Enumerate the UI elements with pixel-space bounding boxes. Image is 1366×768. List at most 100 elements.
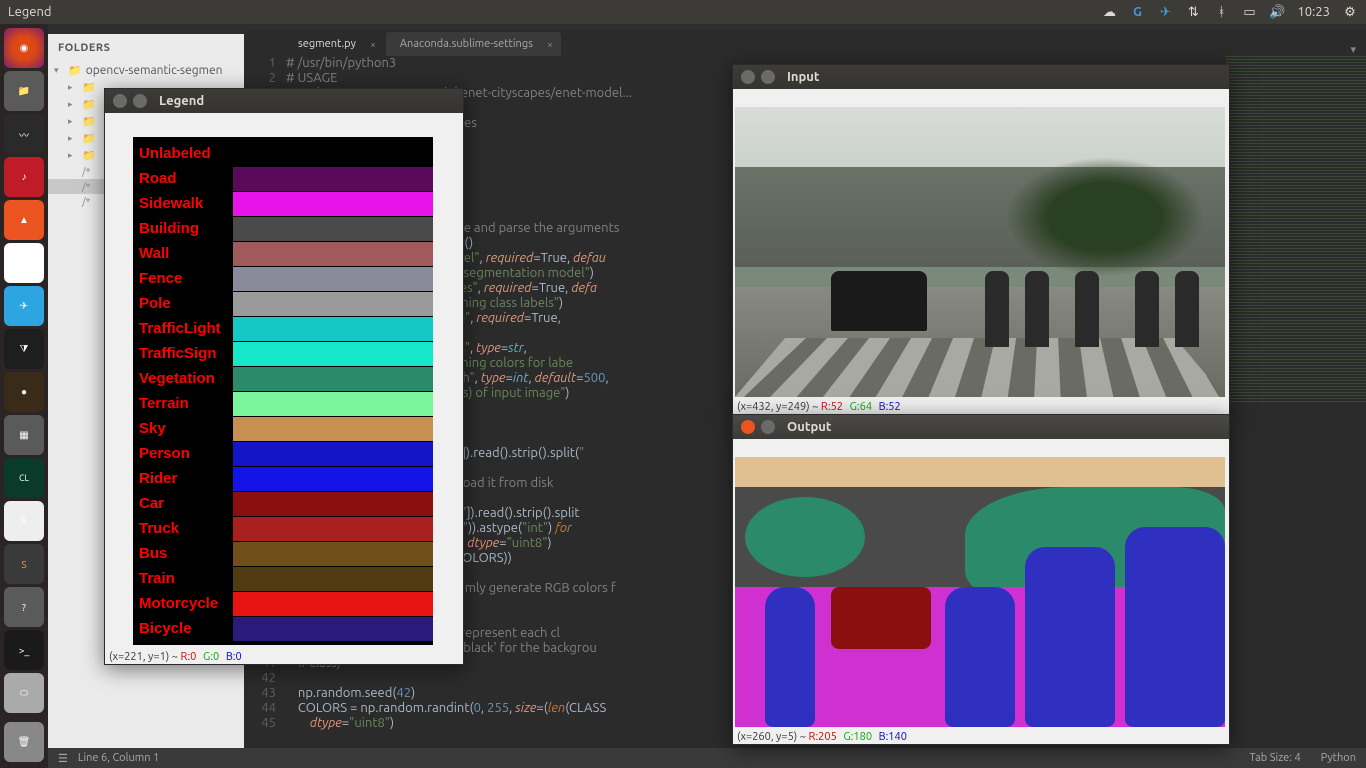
legend-row: Terrain [133, 391, 433, 416]
legend-row: Rider [133, 466, 433, 491]
legend-row: Vegetation [133, 366, 433, 391]
output-titlebar[interactable]: Output [733, 415, 1229, 439]
dash-icon[interactable]: ◉ [4, 28, 44, 68]
output-body [733, 439, 1229, 729]
system-monitor-icon[interactable]: 〰 [4, 114, 44, 154]
legend-row: Car [133, 491, 433, 516]
input-window: Input (x=432, y=249) ~ R:52 G:64 B:52 [732, 64, 1230, 415]
legend-row: Bus [133, 541, 433, 566]
bluetooth-icon[interactable]: ᚼ [1213, 4, 1229, 20]
legend-label: Truck [133, 520, 233, 537]
legend-swatch [233, 142, 433, 166]
disclosure-icon: ▾ [54, 65, 64, 76]
legend-row: Person [133, 441, 433, 466]
telegram-tray-icon[interactable]: ✈ [1157, 4, 1173, 20]
trash-icon[interactable]: 🗑 [4, 722, 44, 762]
legend-row: Unlabeled [133, 141, 433, 166]
minimize-icon[interactable] [761, 70, 775, 84]
input-titlebar[interactable]: Input [733, 65, 1229, 89]
close-icon[interactable] [741, 420, 755, 434]
folder-root[interactable]: ▾ 📁 opencv-semantic-segmen [48, 62, 244, 79]
legend-row: Wall [133, 241, 433, 266]
vscode-icon[interactable]: ⧩ [4, 329, 44, 369]
close-icon[interactable] [113, 94, 127, 108]
app-indicator-icon[interactable]: G [1129, 4, 1145, 20]
clion-icon[interactable]: CL [4, 458, 44, 498]
legend-swatch [233, 267, 433, 291]
music-app-icon[interactable]: ♪ [4, 157, 44, 197]
legend-label: Wall [133, 245, 233, 262]
close-icon[interactable] [741, 70, 755, 84]
legend-titlebar[interactable]: Legend [105, 89, 463, 113]
sublime-icon[interactable]: S [4, 544, 44, 584]
legend-row: TrafficLight [133, 316, 433, 341]
weather-icon[interactable]: ☁ [1101, 4, 1117, 20]
help-icon[interactable]: ? [4, 587, 44, 627]
legend-table: UnlabeledRoadSidewalkBuildingWallFencePo… [133, 137, 433, 645]
legend-row: Sky [133, 416, 433, 441]
tab-close-icon[interactable]: × [370, 39, 376, 50]
legend-swatch [233, 317, 433, 341]
output-title: Output [787, 420, 831, 434]
legend-swatch [233, 242, 433, 266]
legend-row: Truck [133, 516, 433, 541]
legend-swatch [233, 292, 433, 316]
legend-label: Train [133, 570, 233, 587]
legend-label: Terrain [133, 395, 233, 412]
system-tray: ☁ G ✈ ⇅ ᚼ ▭ 🔊 10:23 ⚙ [1101, 4, 1358, 20]
input-image [735, 107, 1225, 397]
window-title: Legend [8, 5, 51, 19]
legend-row: Sidewalk [133, 191, 433, 216]
telegram-icon[interactable]: ✈ [4, 286, 44, 326]
tab-close-icon[interactable]: × [547, 39, 553, 50]
battery-icon[interactable]: ▭ [1241, 4, 1257, 20]
legend-row: TrafficSign [133, 341, 433, 366]
legend-swatch [233, 592, 433, 616]
legend-swatch [233, 342, 433, 366]
legend-swatch [233, 467, 433, 491]
legend-label: Person [133, 445, 233, 462]
drive-icon[interactable]: ⬭ [4, 673, 44, 713]
legend-label: Sidewalk [133, 195, 233, 212]
network-icon[interactable]: ⇅ [1185, 4, 1201, 20]
chrome-icon[interactable]: ◉ [4, 243, 44, 283]
tab-overflow-icon[interactable]: ▾ [1340, 43, 1366, 56]
legend-swatch [233, 567, 433, 591]
minimize-icon[interactable] [133, 94, 147, 108]
legend-row: Train [133, 566, 433, 591]
input-status: (x=432, y=249) ~ R:52 G:64 B:52 [733, 399, 1229, 414]
editor-tabs: segment.py × Anaconda.sublime-settings ×… [244, 30, 1366, 56]
app-icon-2[interactable]: ▦ [4, 415, 44, 455]
app-icon[interactable]: ● [4, 372, 44, 412]
legend-label: Bus [133, 545, 233, 562]
legend-row: Bicycle [133, 616, 433, 641]
output-status: (x=260, y=5) ~ R:205 G:180 B:140 [733, 729, 1229, 744]
volume-icon[interactable]: 🔊 [1269, 4, 1285, 20]
tab-segment-py[interactable]: segment.py × [284, 32, 384, 56]
output-window: Output (x=260, y=5) ~ R:205 G:180 B:140 [732, 414, 1230, 745]
tab-size[interactable]: Tab Size: 4 [1249, 752, 1300, 764]
legend-label: Unlabeled [133, 145, 233, 162]
legend-label: Building [133, 220, 233, 237]
legend-swatch [233, 392, 433, 416]
syntax-mode[interactable]: Python [1321, 752, 1356, 764]
files-icon[interactable]: 📁 [4, 71, 44, 111]
vlc-icon[interactable]: ▲ [4, 200, 44, 240]
minimap[interactable] [1226, 56, 1366, 748]
gear-icon[interactable]: ⚙ [1342, 4, 1358, 20]
terminal-icon[interactable]: >_ [4, 630, 44, 670]
clock[interactable]: 10:23 [1297, 5, 1330, 19]
tab-anaconda-settings[interactable]: Anaconda.sublime-settings × [386, 32, 561, 56]
editor-statusbar: ☰ Line 6, Column 1 Tab Size: 4 Python [48, 748, 1366, 768]
legend-label: TrafficLight [133, 320, 233, 337]
minimize-icon[interactable] [761, 420, 775, 434]
launcher: ◉ 📁 〰 ♪ ▲ ◉ ✈ ⧩ ● ▦ CL ✎ S ? >_ ⬭ 🗑 [0, 24, 48, 768]
legend-row: Pole [133, 291, 433, 316]
output-image [735, 457, 1225, 727]
text-editor-icon[interactable]: ✎ [4, 501, 44, 541]
legend-label: Pole [133, 295, 233, 312]
menu-icon[interactable]: ☰ [58, 752, 68, 765]
legend-swatch [233, 192, 433, 216]
legend-swatch [233, 167, 433, 191]
legend-swatch [233, 492, 433, 516]
